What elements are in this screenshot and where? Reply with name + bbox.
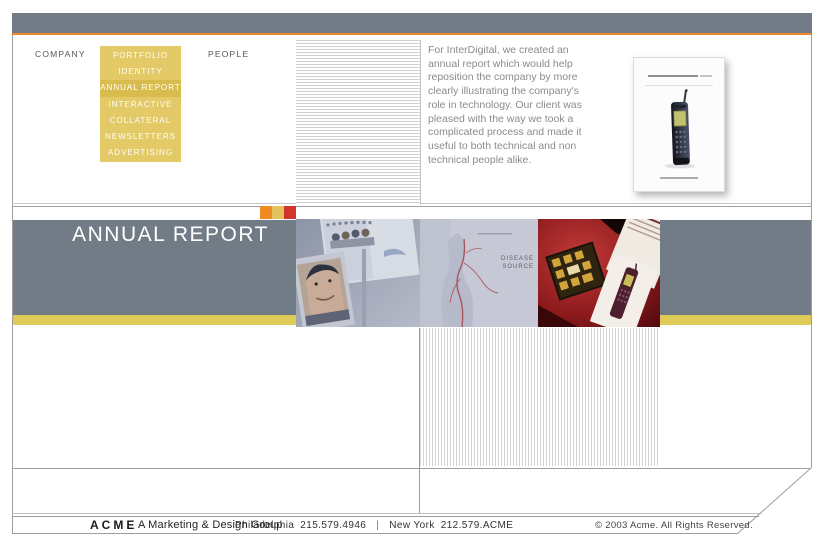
footer-divider-line [12, 513, 761, 514]
footer-divider-line [12, 516, 759, 517]
thumbnail-spread-portrait[interactable] [296, 219, 420, 327]
cover-microtext [660, 177, 698, 179]
header-accent-line [12, 33, 812, 35]
right-border-line [811, 35, 812, 468]
footer-city-newyork: New York [389, 520, 434, 531]
nav-company[interactable]: COMPANY [35, 49, 86, 59]
acme-portfolio-page: COMPANY PEOPLE PORTFOLIO IDENTITY ANNUAL… [0, 0, 826, 553]
footer-phone-newyork: 212.579.ACME [441, 520, 514, 531]
footer-city-philadelphia: Philadelphia [235, 520, 294, 531]
footer-logo[interactable]: ACME [90, 518, 137, 532]
menu-item-newsletters[interactable]: NEWSLETTERS [100, 129, 181, 145]
footer-phone-philadelphia: 215.579.4946 [300, 520, 366, 531]
annual-report-cover-image [633, 57, 725, 192]
bottom-border-line [12, 533, 737, 534]
portfolio-menu: PORTFOLIO IDENTITY ANNUAL REPORT INTERAC… [100, 46, 181, 162]
footer-contact: Philadelphia 215.579.4946 | New York 212… [235, 520, 513, 531]
thumbnail-caption: DISEASE SOURCE [478, 255, 534, 271]
cellphone-illustration [658, 88, 702, 172]
menu-item-portfolio[interactable]: PORTFOLIO [100, 48, 181, 64]
thumbnail-disease-spread[interactable]: DISEASE SOURCE [420, 219, 538, 327]
footer-separator: | [372, 520, 383, 531]
pinstripe-texture-bottom [420, 328, 658, 466]
cover-rule-line [645, 85, 713, 86]
thumbnail-circuit-phone[interactable] [538, 219, 660, 327]
footer-copyright: © 2003 Acme. All Rights Reserved. [595, 520, 753, 531]
menu-item-advertising[interactable]: ADVERTISING [100, 145, 181, 161]
pinstripe-texture-top [296, 40, 420, 205]
accent-square-orange [260, 206, 272, 219]
cover-microtext [648, 75, 698, 77]
menu-item-interactive[interactable]: INTERACTIVE [100, 97, 181, 113]
lower-divider-line [12, 468, 811, 469]
accent-square-yellow [272, 206, 284, 219]
menu-item-annual-report[interactable]: ANNUAL REPORT [100, 80, 181, 96]
header-bar [12, 13, 812, 33]
menu-item-identity[interactable]: IDENTITY [100, 64, 181, 80]
project-description: For InterDigital, we created an annual r… [428, 44, 584, 167]
project-title: ANNUAL REPORT [13, 223, 269, 247]
column-divider-line [420, 40, 421, 205]
nav-people[interactable]: PEOPLE [208, 49, 249, 59]
menu-item-collateral[interactable]: COLLATERAL [100, 113, 181, 129]
section-divider-line [12, 206, 811, 207]
cover-microtext [700, 75, 712, 77]
accent-square-red [284, 206, 296, 219]
